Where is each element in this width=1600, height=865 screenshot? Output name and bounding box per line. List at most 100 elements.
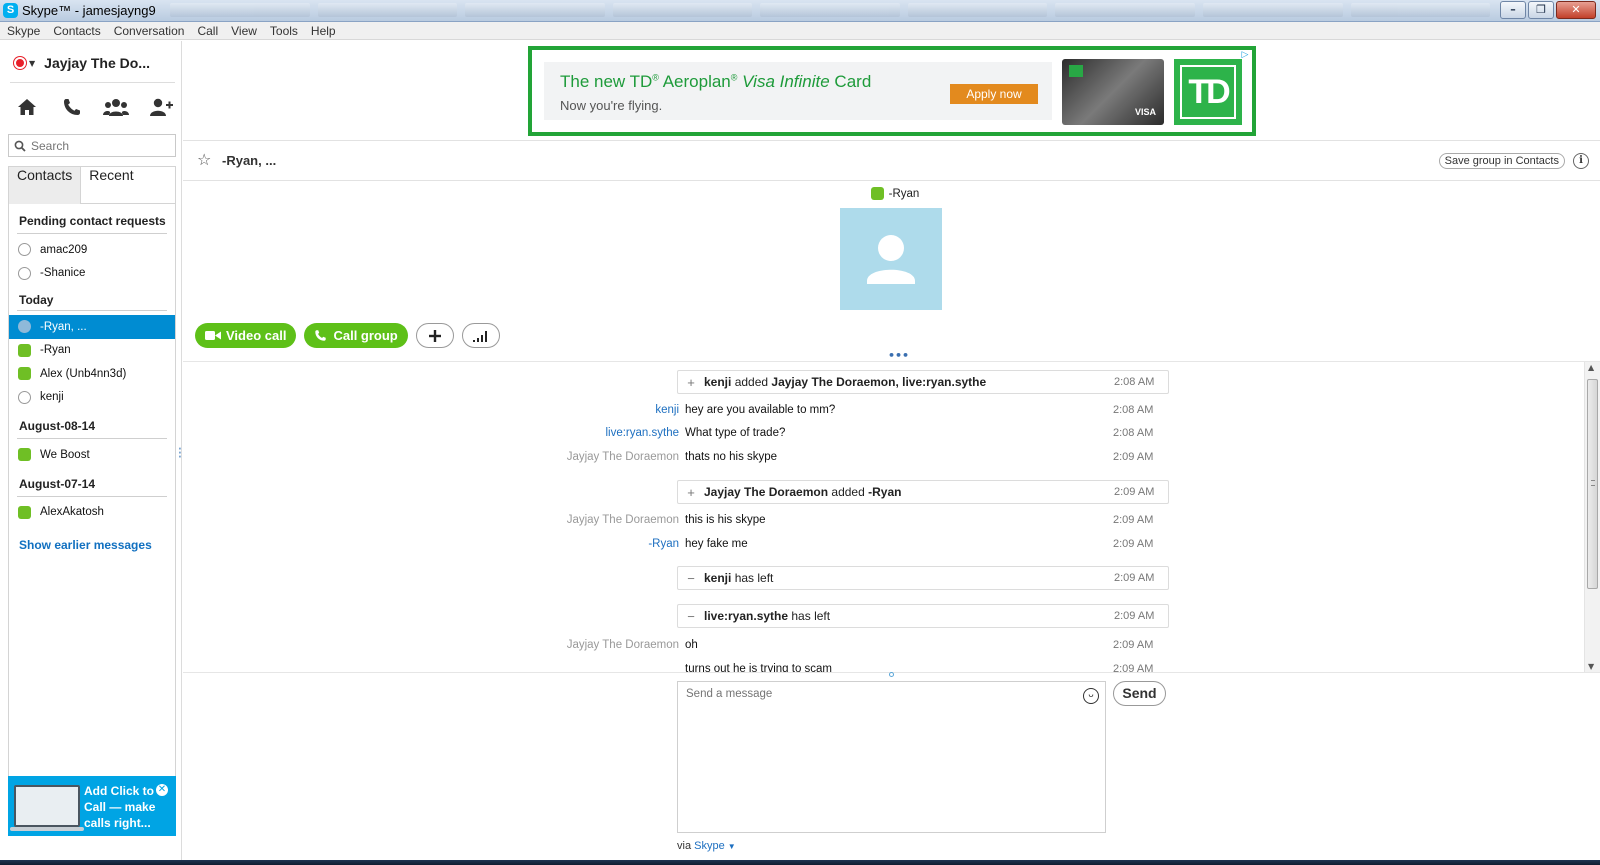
contact-name: We Boost (40, 448, 90, 461)
home-icon[interactable] (14, 95, 40, 119)
call-toolbar: Video call Call group (195, 323, 500, 348)
message-sender[interactable]: Jayjay The Doraemon (379, 451, 679, 463)
pane-resize-handle[interactable]: · · · (178, 445, 182, 463)
message-time: 2:08 AM (1113, 427, 1154, 439)
divider (17, 495, 167, 497)
chat-message: Jayjay The Doraemon thats no his skype 2… (183, 451, 1183, 469)
menu-view[interactable]: View (231, 22, 257, 39)
adchoices-icon[interactable]: ▷ (1238, 50, 1252, 63)
list-item[interactable]: -Ryan, ... (9, 315, 175, 339)
message-time: 2:09 AM (1114, 486, 1155, 498)
contacts-group-icon[interactable] (103, 95, 130, 119)
os-taskbar (0, 860, 1600, 865)
ad-text-panel: The new TD® Aeroplan® Visa Infinite Card… (544, 62, 1052, 120)
show-earlier-messages-link[interactable]: Show earlier messages (9, 524, 175, 552)
list-item[interactable]: amac209 (9, 238, 175, 262)
laptop-icon (10, 785, 84, 831)
menu-tools[interactable]: Tools (270, 22, 298, 39)
contact-name: -Ryan (40, 344, 71, 357)
message-time: 2:08 AM (1114, 376, 1155, 388)
group-header-date: August-08-14 (19, 419, 96, 433)
list-item[interactable]: -Ryan (9, 339, 175, 363)
online-status-icon (870, 187, 884, 200)
scroll-up-arrow-icon[interactable]: ▲ (1588, 363, 1594, 372)
group-header-pending: Pending contact requests (19, 214, 166, 228)
skype-logo-icon: S (3, 3, 18, 18)
message-text: hey are you available to mm? (685, 404, 836, 416)
system-message: + kenji added Jayjay The Doraemon, live:… (677, 370, 1169, 394)
message-sender[interactable]: Jayjay The Doraemon (379, 639, 679, 651)
title-bar: S Skype™ - jamesjayng9 – ❐ ✕ (0, 0, 1600, 22)
menu-contacts[interactable]: Contacts (53, 22, 100, 39)
info-icon[interactable]: i (1573, 153, 1589, 169)
message-text: oh (685, 639, 698, 651)
click-to-call-promo[interactable]: Add Click to Call — make calls right... … (8, 776, 176, 836)
favorite-star-icon[interactable]: ☆ (197, 150, 211, 169)
add-contact-icon[interactable] (148, 95, 174, 119)
contact-name: -Shanice (40, 267, 86, 280)
call-group-button[interactable]: Call group (304, 323, 408, 348)
message-history: + kenji added Jayjay The Doraemon, live:… (183, 362, 1583, 672)
call-phone-icon[interactable] (59, 95, 85, 119)
close-button[interactable]: ✕ (1556, 1, 1596, 19)
list-item[interactable]: Alex (Unb4nn3d) (9, 362, 175, 386)
video-call-button[interactable]: Video call (195, 323, 297, 348)
list-item[interactable]: kenji (9, 386, 175, 410)
tab-recent[interactable]: Recent (81, 167, 141, 204)
plus-icon (428, 329, 441, 342)
scroll-thumb[interactable] (1587, 379, 1598, 589)
system-message: − kenji has left 2:09 AM (677, 566, 1169, 590)
menu-help[interactable]: Help (311, 22, 336, 39)
divider (10, 82, 175, 83)
ad-subtitle: Now you're flying. (560, 98, 663, 113)
chevron-down-icon: ▼ (29, 58, 36, 68)
online-status-icon (18, 367, 31, 381)
apply-now-button[interactable]: Apply now (950, 84, 1038, 104)
message-sender[interactable]: -Ryan (379, 538, 679, 550)
message-sender[interactable]: Jayjay The Doraemon (379, 514, 679, 526)
call-quality-button[interactable] (461, 323, 500, 348)
group-header-today: Today (19, 293, 54, 307)
profile-menu[interactable]: ▼ Jayjay The Do... (14, 51, 174, 75)
chat-message: Jayjay The Doraemon this is his skype 2:… (183, 514, 1183, 532)
tab-contacts[interactable]: Contacts (9, 167, 82, 204)
save-group-button[interactable]: Save group in Contacts (1438, 153, 1565, 169)
search-input[interactable] (31, 138, 166, 153)
list-item[interactable]: We Boost (9, 443, 175, 467)
send-button[interactable]: Send (1113, 681, 1166, 706)
message-text: What type of trade? (685, 427, 786, 439)
message-text: thats no his skype (685, 451, 778, 463)
minimize-button[interactable]: – (1500, 1, 1526, 19)
menu-skype[interactable]: Skype (7, 22, 40, 39)
emoticon-icon[interactable]: ᴗ (1083, 688, 1099, 704)
message-sender[interactable]: kenji (379, 404, 679, 416)
contact-name: Alex (Unb4nn3d) (40, 367, 127, 380)
message-input[interactable] (678, 682, 1078, 832)
credit-card-image: VISA (1062, 59, 1164, 125)
call-phone-icon (315, 330, 327, 341)
scroll-down-arrow-icon[interactable]: ▼ (1588, 662, 1594, 671)
avatar[interactable] (840, 208, 942, 310)
via-service-selector[interactable]: via Skype ▼ (677, 840, 736, 852)
list-item[interactable]: AlexAkatosh (9, 501, 175, 525)
ad-banner[interactable]: The new TD® Aeroplan® Visa Infinite Card… (528, 46, 1256, 136)
contact-name: -Ryan, ... (40, 320, 87, 333)
maximize-button[interactable]: ❐ (1528, 1, 1554, 19)
add-participant-button[interactable] (415, 323, 454, 348)
message-composer[interactable]: ᴗ (677, 681, 1106, 833)
search-box[interactable] (8, 134, 176, 157)
window-title: Skype™ - jamesjayng9 (22, 3, 156, 18)
message-sender[interactable]: live:ryan.sythe (379, 427, 679, 439)
background-window-tabs (170, 3, 1491, 19)
window-controls: – ❐ ✕ (1500, 1, 1596, 19)
message-scrollbar[interactable]: ▲ ▼ (1584, 362, 1600, 672)
contact-name: kenji (40, 391, 64, 404)
menu-call[interactable]: Call (197, 22, 218, 39)
profile-name: Jayjay The Do... (44, 55, 150, 71)
list-item[interactable]: -Shanice (9, 262, 175, 286)
close-icon[interactable]: ✕ (156, 784, 168, 796)
menu-conversation[interactable]: Conversation (114, 22, 185, 39)
menu-bar: Skype Contacts Conversation Call View To… (0, 22, 1600, 40)
divider (17, 310, 167, 311)
message-time: 2:09 AM (1114, 610, 1155, 622)
